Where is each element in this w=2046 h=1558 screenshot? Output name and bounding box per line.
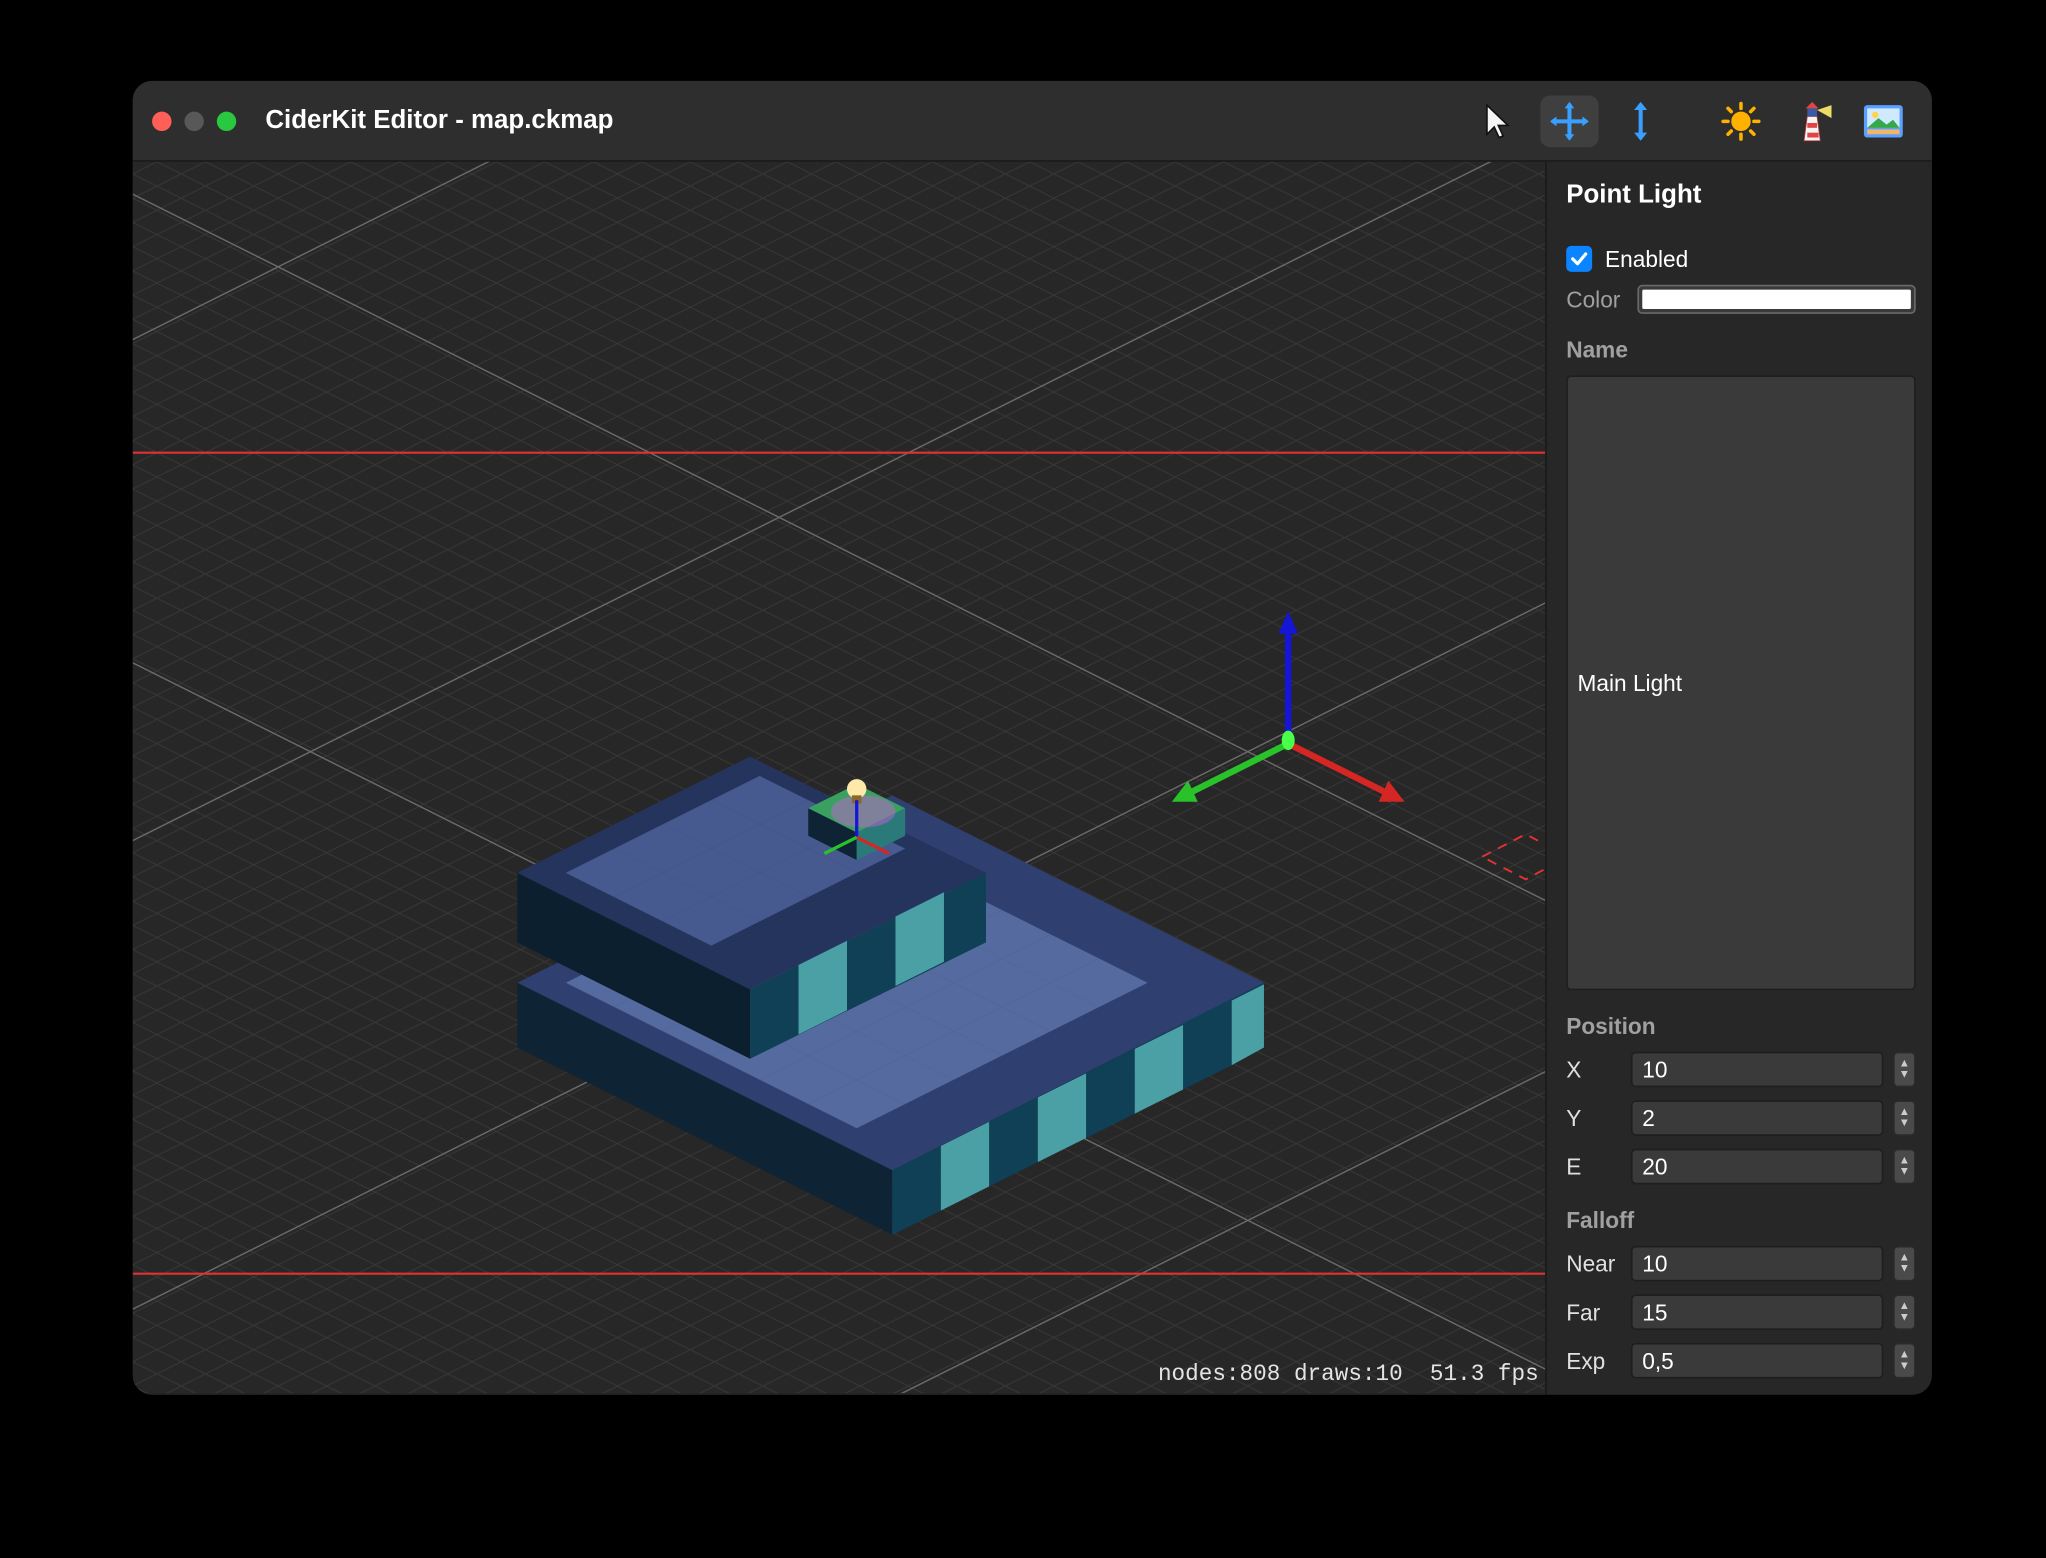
editor-body: nodes:808 draws:10 51.3 fps Point Light … [133,162,1932,1395]
position-e-label: E [1566,1154,1621,1180]
picture-icon [1862,103,1904,139]
sun-tool-button[interactable] [1712,95,1770,147]
falloff-exp-field[interactable]: 0,5 [1631,1343,1883,1379]
viewport[interactable]: nodes:808 draws:10 51.3 fps [133,162,1547,1395]
position-x-field[interactable]: 10 [1631,1052,1883,1088]
vertical-arrows-icon [1626,100,1655,142]
move-tool-button[interactable] [1540,95,1598,147]
position-e-stepper[interactable]: ▲▼ [1893,1149,1916,1185]
elevation-tool-button[interactable] [1612,95,1670,147]
name-section-label: Name [1566,337,1915,363]
falloff-far-stepper[interactable]: ▲▼ [1893,1294,1916,1330]
status-bar: nodes:808 draws:10 51.3 fps [1158,1362,1539,1388]
sun-icon [1720,100,1762,142]
cursor-icon [1480,101,1516,140]
falloff-exp-stepper[interactable]: ▲▼ [1893,1343,1916,1379]
color-value [1642,290,1911,309]
enabled-checkbox[interactable] [1566,246,1592,272]
falloff-far-label: Far [1566,1299,1621,1325]
lighthouse-tool-button[interactable] [1783,95,1841,147]
enabled-row[interactable]: Enabled [1566,246,1915,272]
select-tool-button[interactable] [1469,95,1527,147]
position-y-label: Y [1566,1105,1621,1131]
move-icon [1548,100,1590,142]
falloff-exp-label: Exp [1566,1348,1621,1374]
check-icon [1569,249,1588,268]
falloff-far-row: Far 15 ▲▼ [1566,1294,1915,1330]
close-icon[interactable] [152,111,171,130]
window-title: CiderKit Editor - map.ckmap [265,106,613,135]
position-y-field[interactable]: 2 [1631,1100,1883,1136]
falloff-section-label: Falloff [1566,1207,1915,1233]
name-field[interactable]: Main Light [1566,375,1915,990]
falloff-exp-row: Exp 0,5 ▲▼ [1566,1343,1915,1379]
position-y-row: Y 2 ▲▼ [1566,1100,1915,1136]
color-swatch[interactable] [1637,285,1915,314]
maximize-icon[interactable] [217,111,236,130]
position-y-stepper[interactable]: ▲▼ [1893,1100,1916,1136]
falloff-near-label: Near [1566,1251,1621,1277]
falloff-far-field[interactable]: 15 [1631,1294,1883,1330]
enabled-label: Enabled [1605,246,1688,272]
inspector-panel: Point Light Enabled Color Name Main [1547,162,1932,1395]
position-x-row: X 10 ▲▼ [1566,1052,1915,1088]
toolbar [1469,95,1912,147]
position-e-row: E 20 ▲▼ [1566,1149,1915,1185]
scene-canvas [133,162,1545,1394]
falloff-near-field[interactable]: 10 [1631,1246,1883,1282]
color-label: Color [1566,286,1624,312]
falloff-near-stepper[interactable]: ▲▼ [1893,1246,1916,1282]
minimize-icon[interactable] [184,111,203,130]
position-x-label: X [1566,1057,1621,1083]
titlebar: CiderKit Editor - map.ckmap [133,81,1932,162]
color-row: Color [1566,285,1915,314]
panel-title: Point Light [1566,181,1915,210]
window-controls [152,111,236,130]
position-e-field[interactable]: 20 [1631,1149,1883,1185]
name-value: Main Light [1578,670,1683,696]
sprite-browser-button[interactable] [1854,95,1912,147]
position-x-stepper[interactable]: ▲▼ [1893,1052,1916,1088]
editor-window: CiderKit Editor - map.ckmap [133,81,1932,1395]
lighthouse-icon [1793,100,1832,142]
position-section-label: Position [1566,1013,1915,1039]
falloff-near-row: Near 10 ▲▼ [1566,1246,1915,1282]
